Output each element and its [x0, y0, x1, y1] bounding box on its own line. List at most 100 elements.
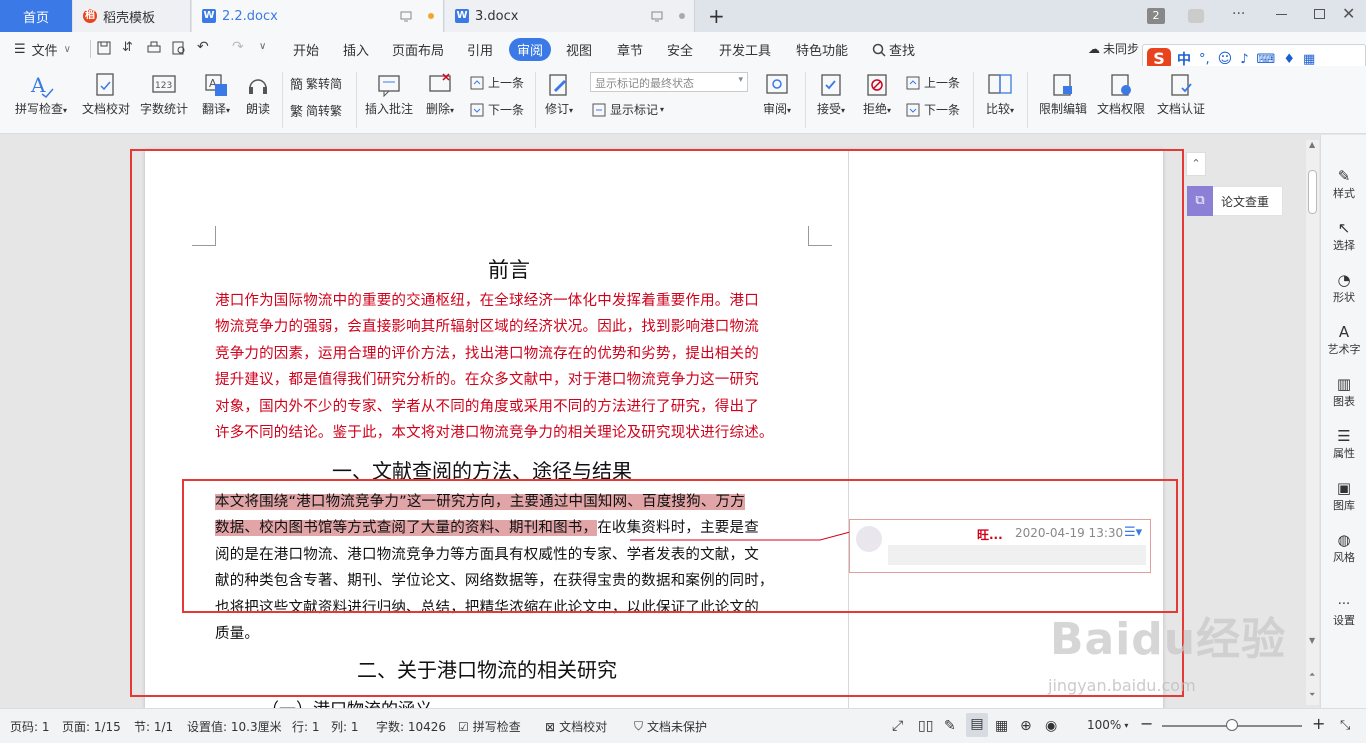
shape-button[interactable]: ◔ 形状	[1321, 271, 1366, 305]
emoji-icon[interactable]: ☺	[1218, 51, 1233, 67]
menu-references[interactable]: 引用	[467, 40, 493, 59]
simp-to-trad-button[interactable]: 繁简转繁	[290, 101, 342, 120]
restrict-editing-button[interactable]: 限制编辑	[1036, 72, 1090, 117]
word-count-button[interactable]: 123 字数统计	[138, 72, 190, 117]
new-tab-button[interactable]: +	[708, 4, 725, 28]
tab-doc-2-2[interactable]: W 2.2.docx	[192, 0, 444, 32]
delete-comment-button[interactable]: 删除▾	[422, 72, 458, 117]
keyboard-icon[interactable]: ⌨	[1257, 52, 1276, 67]
doc-check-icon	[96, 73, 114, 96]
compare-button[interactable]: 比较▾	[980, 72, 1020, 117]
settings-button[interactable]: ··· 设置	[1321, 597, 1366, 628]
scroll-up-icon[interactable]: ▲	[1309, 140, 1315, 149]
next-comment-button[interactable]: 下一条	[470, 101, 524, 118]
status-protection[interactable]: ⛉ 文档未保护	[634, 718, 707, 735]
next-page-icon[interactable]: ⏷	[1309, 690, 1315, 700]
spell-check-button[interactable]: A 拼写检查▾	[12, 72, 70, 117]
window-count-badge[interactable]: 2	[1147, 8, 1165, 24]
style-button[interactable]: ✎ 样式	[1321, 167, 1366, 201]
avatar[interactable]	[1188, 9, 1204, 23]
zoom-in-button[interactable]: +	[1312, 714, 1325, 733]
collapse-up-icon[interactable]: ⌃	[1186, 152, 1206, 176]
read-aloud-button[interactable]: 朗读	[242, 72, 274, 117]
menu-review[interactable]: 审阅	[509, 38, 552, 61]
close-icon[interactable]: ✕	[1342, 4, 1355, 23]
fullscreen-icon[interactable]: ⤢	[892, 718, 903, 734]
vertical-scrollbar[interactable]: ▲ ▼ ⏶ ⏷	[1306, 140, 1319, 705]
status-section[interactable]: 节: 1/1	[134, 718, 173, 735]
gallery-button[interactable]: ▣ 图库	[1321, 479, 1366, 513]
menu-security[interactable]: 安全	[667, 40, 693, 59]
review-pane-button[interactable]: 审阅▾	[758, 72, 796, 117]
menu-view[interactable]: 视图	[566, 40, 592, 59]
undo-icon[interactable]: ↶	[197, 39, 209, 55]
punctuation-icon[interactable]: °,	[1199, 52, 1210, 67]
menu-section[interactable]: 章节	[617, 40, 643, 59]
file-menu[interactable]: ☰ 文件 ∨	[14, 40, 71, 59]
restore-icon[interactable]	[1314, 9, 1325, 19]
markup-state-select[interactable]: 显示标记的最终状态 ▾	[590, 72, 748, 92]
print-preview-icon[interactable]	[172, 41, 186, 58]
microphone-icon[interactable]: ♪	[1240, 52, 1248, 67]
prev-comment-button[interactable]: 上一条	[470, 74, 524, 91]
prev-change-button[interactable]: 上一条	[906, 74, 960, 91]
trad-to-simp-button[interactable]: 簡繁转简	[290, 74, 342, 93]
paper-check-button[interactable]: ⧉ 论文查重	[1186, 186, 1283, 216]
show-markup-button[interactable]: 显示标记 ▾	[592, 101, 664, 118]
wordart-button[interactable]: A 艺术字	[1321, 323, 1366, 357]
status-spell-check[interactable]: ☑ 拼写检查	[458, 718, 521, 735]
chevron-down-icon[interactable]: ∨	[259, 41, 266, 52]
sync-status[interactable]: ☁ 未同步	[1088, 40, 1139, 57]
translate-button[interactable]: A 翻译▾	[198, 72, 234, 117]
tab-doc-3[interactable]: W 3.docx	[445, 0, 695, 32]
toolbox-icon[interactable]: ▦	[1303, 52, 1315, 67]
theme-button[interactable]: ◍ 风格	[1321, 531, 1366, 565]
doc-auth-button[interactable]: 文档认证	[1154, 72, 1208, 117]
tab-window-icon[interactable]	[651, 10, 663, 26]
chart-button[interactable]: ▥ 图表	[1321, 375, 1366, 409]
menu-insert[interactable]: 插入	[343, 40, 369, 59]
scroll-down-icon[interactable]: ▼	[1309, 636, 1315, 645]
search-button[interactable]: 查找	[872, 40, 915, 59]
menu-start[interactable]: 开始	[293, 40, 319, 59]
minimize-icon[interactable]	[1276, 14, 1287, 15]
fit-page-icon[interactable]: ⤡	[1340, 718, 1350, 733]
select-button[interactable]: ↖ 选择	[1321, 219, 1366, 253]
status-word-count[interactable]: 字数: 10426	[376, 718, 446, 735]
export-icon[interactable]: ⇵	[122, 40, 133, 55]
page-view-icon[interactable]: ▤	[966, 713, 988, 737]
more-icon[interactable]: ···	[1232, 6, 1245, 22]
redo-icon[interactable]: ↷	[232, 39, 244, 55]
doc-check-button[interactable]: 文档校对	[80, 72, 132, 117]
print-icon[interactable]	[147, 41, 161, 58]
scrollbar-thumb[interactable]	[1308, 170, 1317, 214]
status-doc-check[interactable]: ⊠ 文档校对	[545, 718, 607, 735]
save-icon[interactable]	[97, 41, 111, 58]
status-pages[interactable]: 页面: 1/15	[62, 718, 121, 735]
track-changes-button[interactable]: 修订▾	[540, 72, 578, 117]
prev-page-icon[interactable]: ⏶	[1309, 670, 1315, 680]
doc-rights-button[interactable]: 文档权限	[1094, 72, 1148, 117]
properties-button[interactable]: ☰ 属性	[1321, 427, 1366, 461]
accept-button[interactable]: 接受▾	[812, 72, 850, 117]
tab-window-icon[interactable]	[400, 10, 412, 26]
reading-mode-icon[interactable]: ▯▯	[918, 718, 933, 734]
web-view-icon[interactable]: ⊕	[1020, 718, 1032, 734]
tab-home[interactable]: 首页	[0, 0, 72, 32]
tab-template[interactable]: 稻 稻壳模板	[73, 0, 191, 32]
zoom-out-button[interactable]: −	[1140, 714, 1153, 733]
next-change-button[interactable]: 下一条	[906, 101, 960, 118]
outline-view-icon[interactable]: ▦	[995, 718, 1008, 734]
pen-icon[interactable]: ✎	[944, 718, 956, 734]
menu-page-layout[interactable]: 页面布局	[392, 40, 444, 59]
zoom-select[interactable]: 100% ▾	[1087, 718, 1128, 732]
eye-protection-icon[interactable]: ◉	[1045, 718, 1057, 734]
shirt-icon[interactable]: ♦	[1283, 52, 1295, 67]
status-setting[interactable]: 设置值: 10.3厘米	[187, 718, 282, 735]
reject-button[interactable]: 拒绝▾	[858, 72, 896, 117]
insert-comment-button[interactable]: 插入批注	[362, 72, 416, 117]
menu-developer[interactable]: 开发工具	[719, 40, 771, 59]
menu-features[interactable]: 特色功能	[796, 40, 848, 59]
zoom-slider-handle[interactable]	[1226, 719, 1238, 731]
status-page[interactable]: 页码: 1	[10, 718, 50, 735]
